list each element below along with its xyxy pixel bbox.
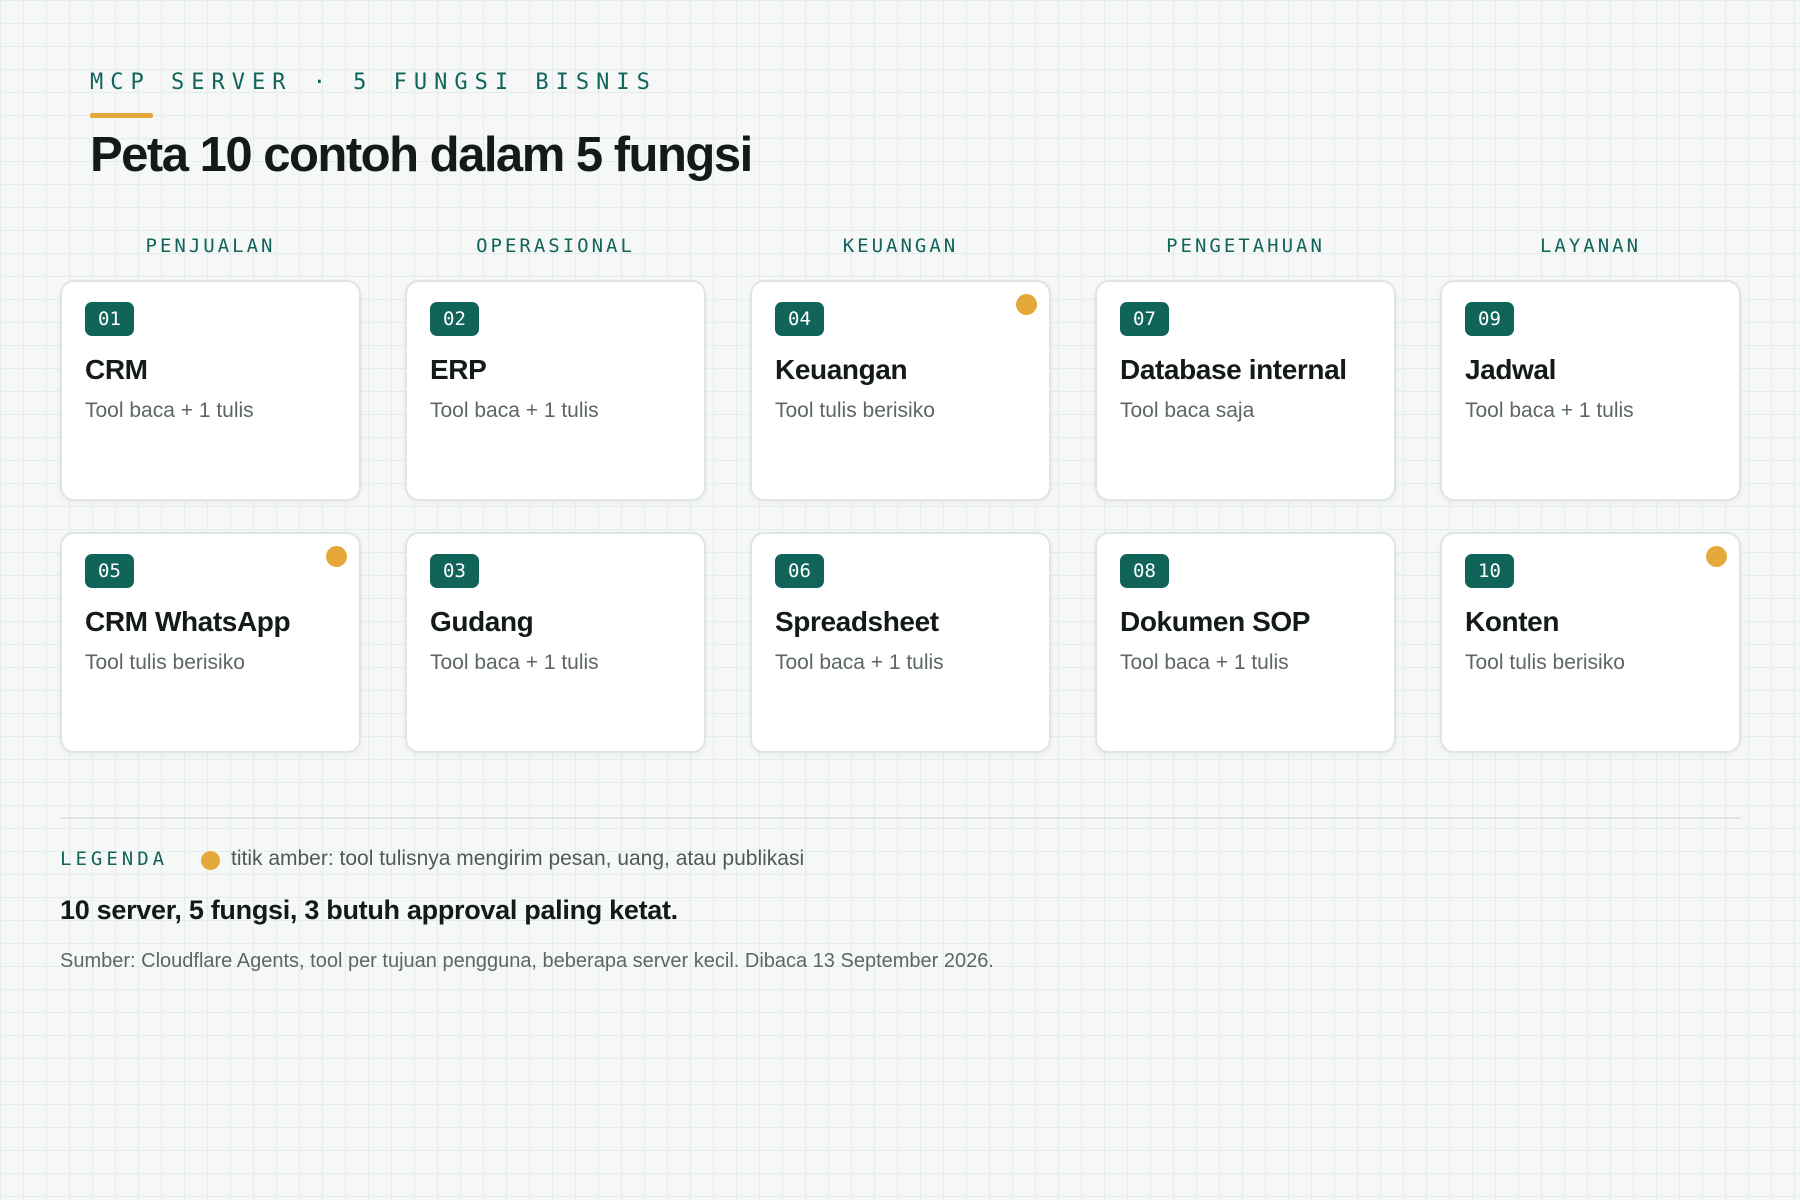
server-name: Database internal	[1120, 354, 1347, 385]
server-card: 08 Dokumen SOP Tool baca + 1 tulis	[1095, 532, 1396, 753]
server-tool-desc: Tool baca + 1 tulis	[1465, 399, 1634, 422]
server-card: 05 CRM WhatsApp Tool tulis berisiko	[60, 532, 361, 753]
page-title: Peta 10 contoh dalam 5 fungsi	[90, 128, 753, 182]
number-badge: 08	[1120, 554, 1169, 588]
server-tool-desc: Tool tulis berisiko	[85, 651, 245, 674]
number-badge: 06	[775, 554, 824, 588]
server-name: Dokumen SOP	[1120, 606, 1311, 637]
eyebrow-label: MCP SERVER · 5 FUNGSI BISNIS	[90, 70, 657, 95]
server-card: 01 CRM Tool baca + 1 tulis	[60, 280, 361, 501]
server-card: 07 Database internal Tool baca saja	[1095, 280, 1396, 501]
legend-text: titik amber: tool tulisnya mengirim pesa…	[231, 847, 805, 870]
number-badge: 04	[775, 302, 824, 336]
server-tool-desc: Tool baca + 1 tulis	[775, 651, 944, 674]
column-header-operasional: OPERASIONAL	[476, 235, 635, 257]
number-badge: 10	[1465, 554, 1514, 588]
number-badge: 01	[85, 302, 134, 336]
server-card: 02 ERP Tool baca + 1 tulis	[405, 280, 706, 501]
column-header-keuangan: KEUANGAN	[842, 235, 959, 257]
server-name: CRM WhatsApp	[85, 606, 291, 637]
server-name: Konten	[1465, 606, 1560, 637]
server-tool-desc: Tool baca + 1 tulis	[1120, 651, 1289, 674]
server-name: Keuangan	[775, 354, 908, 385]
summary-text: 10 server, 5 fungsi, 3 butuh approval pa…	[60, 895, 678, 925]
server-card: 03 Gudang Tool baca + 1 tulis	[405, 532, 706, 753]
source-note: Sumber: Cloudflare Agents, tool per tuju…	[60, 950, 994, 972]
server-tool-desc: Tool baca + 1 tulis	[430, 399, 599, 422]
number-badge: 07	[1120, 302, 1169, 336]
amber-dot-icon	[201, 851, 220, 870]
server-name: Spreadsheet	[775, 606, 939, 637]
server-card: 09 Jadwal Tool baca + 1 tulis	[1440, 280, 1741, 501]
number-badge: 03	[430, 554, 479, 588]
amber-dot-icon	[1706, 546, 1727, 567]
server-tool-desc: Tool baca saja	[1120, 399, 1255, 422]
server-name: CRM	[85, 354, 148, 385]
server-name: Gudang	[430, 606, 534, 637]
number-badge: 05	[85, 554, 134, 588]
column-header-penjualan: PENJUALAN	[145, 235, 276, 257]
eyebrow-underline	[90, 113, 153, 118]
server-card: 04 Keuangan Tool tulis berisiko	[750, 280, 1051, 501]
amber-dot-icon	[1016, 294, 1037, 315]
amber-dot-icon	[326, 546, 347, 567]
number-badge: 09	[1465, 302, 1514, 336]
server-name: ERP	[430, 354, 487, 385]
server-tool-desc: Tool tulis berisiko	[775, 399, 935, 422]
legend-divider	[60, 817, 1741, 819]
server-tool-desc: Tool baca + 1 tulis	[430, 651, 599, 674]
column-header-pengetahuan: PENGETAHUAN	[1166, 235, 1325, 257]
number-badge: 02	[430, 302, 479, 336]
column-header-layanan: LAYANAN	[1539, 235, 1642, 257]
legend-label: LEGENDA	[60, 848, 169, 870]
server-tool-desc: Tool tulis berisiko	[1465, 651, 1625, 674]
server-name: Jadwal	[1465, 354, 1556, 385]
server-tool-desc: Tool baca + 1 tulis	[85, 399, 254, 422]
server-card: 10 Konten Tool tulis berisiko	[1440, 532, 1741, 753]
server-card: 06 Spreadsheet Tool baca + 1 tulis	[750, 532, 1051, 753]
function-grid: PENJUALAN OPERASIONAL KEUANGAN PENGETAHU…	[60, 232, 1741, 784]
